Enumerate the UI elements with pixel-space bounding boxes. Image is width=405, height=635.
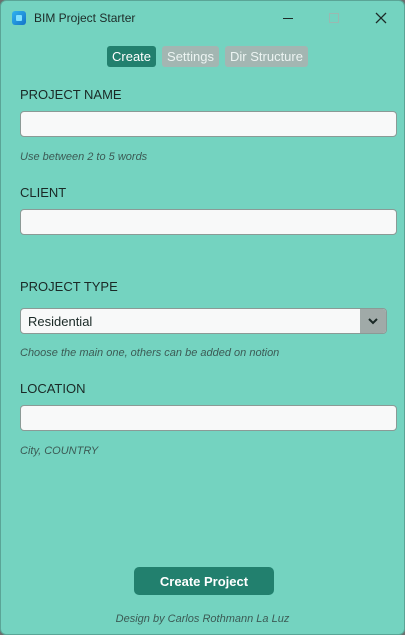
tab-create[interactable]: Create [107,46,157,67]
title-bar[interactable]: BIM Project Starter [1,1,404,35]
tab-bar: Create Settings Dir Structure [107,46,314,67]
minimize-button[interactable] [265,1,311,35]
client-input[interactable] [20,209,397,235]
project-type-dropdown-button[interactable] [360,309,386,333]
window-title: BIM Project Starter [34,11,136,25]
chevron-down-icon [368,318,378,325]
app-icon [12,11,26,25]
client-label: CLIENT [20,185,67,200]
location-input[interactable] [20,405,397,431]
project-name-input[interactable] [20,111,397,137]
project-name-label: PROJECT NAME [20,87,122,102]
location-hint: City, COUNTRY [20,445,99,457]
project-type-label: PROJECT TYPE [20,279,118,294]
project-type-hint: Choose the main one, others can be added… [20,347,280,359]
tab-dir-structure[interactable]: Dir Structure [225,46,308,67]
project-name-hint: Use between 2 to 5 words [20,151,148,163]
close-button[interactable] [357,1,403,35]
footer-credit: Design by Carlos Rothmann La Luz [115,613,290,625]
maximize-button[interactable] [311,1,357,35]
create-project-button[interactable]: Create Project [134,567,274,595]
app-window: BIM Project Starter Create Settings Dir … [0,0,405,635]
project-type-select[interactable]: Residential [20,308,387,334]
tab-settings[interactable]: Settings [162,46,220,67]
close-icon [375,12,387,24]
project-type-value: Residential [28,314,93,329]
location-label: LOCATION [20,381,86,396]
